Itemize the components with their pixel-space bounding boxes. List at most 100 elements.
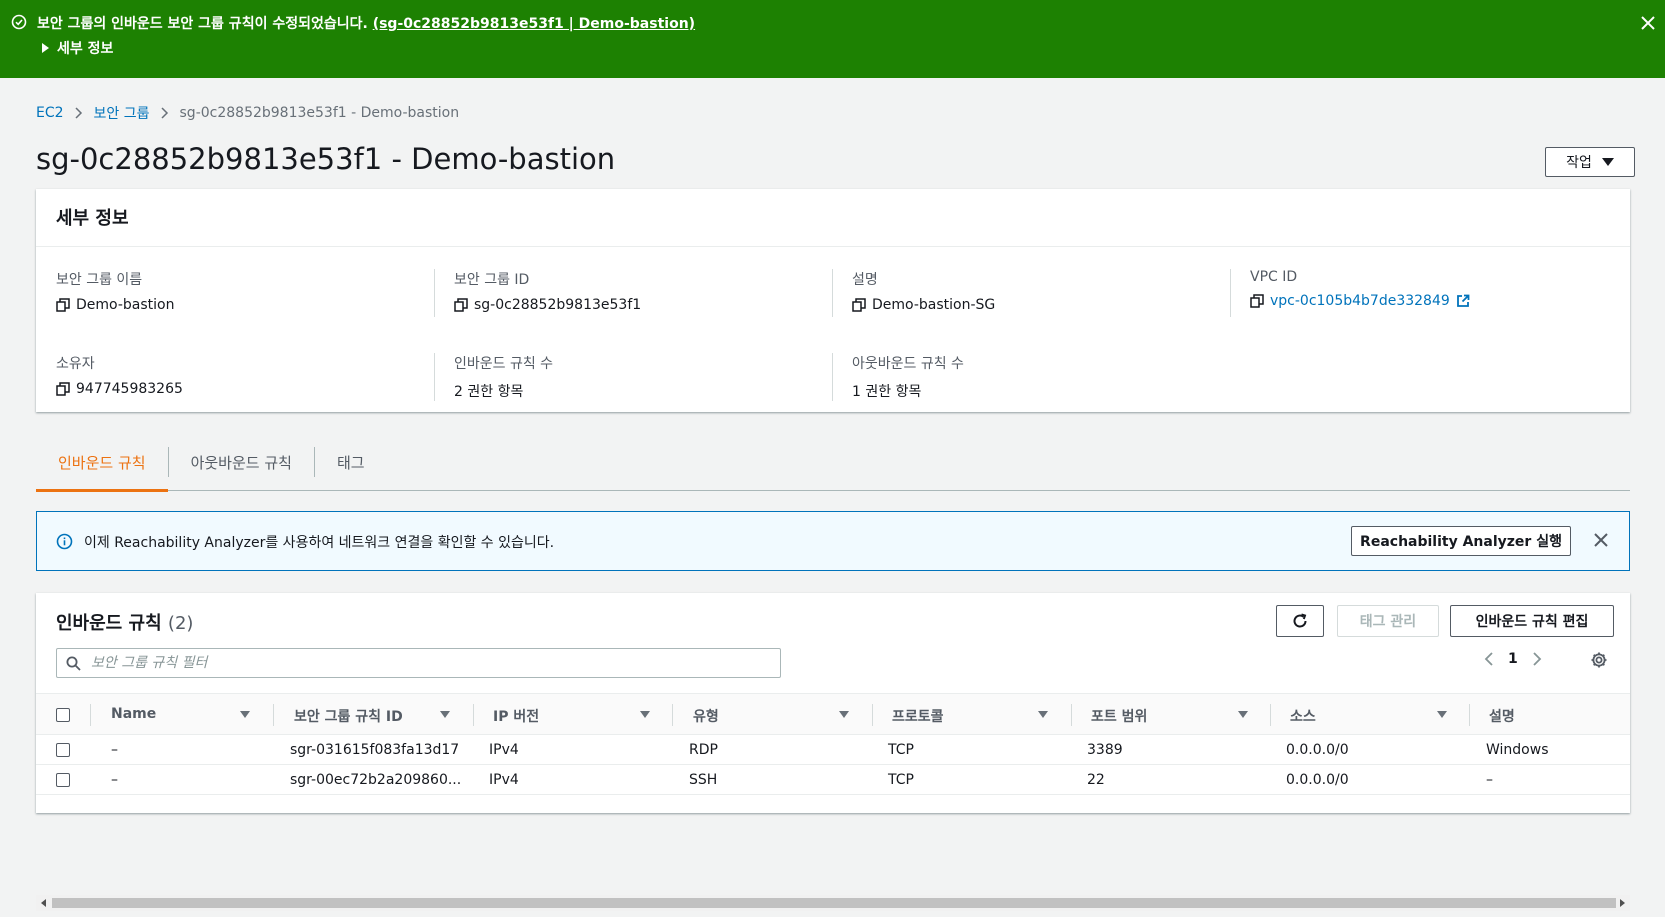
tab-outbound-rules[interactable]: 아웃바운드 규칙	[169, 440, 314, 491]
scrollbar-thumb[interactable]	[52, 898, 1616, 908]
row-checkbox[interactable]	[56, 773, 70, 787]
row-checkbox[interactable]	[56, 743, 70, 757]
column-header-type[interactable]: 유형	[693, 694, 863, 736]
cell-protocol: TCP	[888, 742, 914, 758]
inbound-rules-panel: 인바운드 규칙 (2) 태그 관리 인바운드 규칙 편집 1 Name	[36, 593, 1630, 911]
column-header-label: 유형	[693, 709, 719, 725]
actions-label: 작업	[1566, 155, 1592, 171]
sort-caret-icon	[640, 711, 650, 718]
detail-description: 설명 Demo-bastion-SG	[832, 269, 1230, 321]
sort-caret-icon	[1437, 711, 1447, 718]
breadcrumb-security-groups[interactable]: 보안 그룹	[94, 103, 150, 123]
copy-icon[interactable]	[56, 298, 70, 312]
detail-value: Demo-bastion-SG	[872, 297, 996, 313]
breadcrumb: EC2 보안 그룹 sg-0c28852b9813e53f1 - Demo-ba…	[36, 103, 459, 123]
details-panel: 세부 정보 보안 그룹 이름 Demo-bastion 보안 그룹 ID sg-…	[36, 189, 1630, 412]
breadcrumb-ec2[interactable]: EC2	[36, 105, 64, 121]
detail-value: 947745983265	[76, 381, 183, 397]
column-header-description[interactable]: 설명	[1489, 694, 1609, 736]
pagination: 1	[1484, 651, 1542, 667]
manage-tags-button[interactable]: 태그 관리	[1337, 605, 1439, 637]
rules-title-text: 인바운드 규칙	[56, 613, 162, 634]
flash-security-group-link[interactable]: (sg-0c28852b9813e53f1 | Demo-bastion)	[373, 16, 695, 32]
detail-vpc-id: VPC ID vpc-0c105b4b7de332849	[1230, 269, 1628, 321]
detail-owner: 소유자 947745983265	[36, 353, 434, 405]
detail-outbound-count: 아웃바운드 규칙 수 1 권한 항목	[832, 353, 1230, 405]
detail-label: 설명	[852, 272, 878, 288]
column-header-label: 포트 범위	[1091, 709, 1148, 725]
cell-description: –	[1486, 772, 1493, 788]
column-header-rule-id[interactable]: 보안 그룹 규칙 ID	[294, 694, 464, 736]
cell-type: RDP	[689, 742, 718, 758]
chevron-left-icon[interactable]	[1484, 652, 1494, 666]
run-reachability-analyzer-button[interactable]: Reachability Analyzer 실행	[1351, 526, 1571, 556]
column-header-name[interactable]: Name	[111, 694, 261, 736]
refresh-button[interactable]	[1276, 605, 1324, 637]
tab-inbound-rules[interactable]: 인바운드 규칙	[36, 440, 168, 492]
horizontal-scrollbar[interactable]	[36, 895, 1630, 911]
copy-icon[interactable]	[852, 298, 866, 312]
info-icon	[56, 533, 73, 550]
gear-icon[interactable]	[1590, 651, 1608, 669]
select-all-checkbox[interactable]	[56, 708, 70, 722]
close-icon[interactable]	[1593, 532, 1609, 548]
caret-down-icon	[1601, 158, 1614, 166]
detail-value: Demo-bastion	[76, 297, 175, 313]
caret-right-icon	[42, 43, 49, 53]
close-icon[interactable]	[1639, 14, 1657, 32]
sort-caret-icon	[839, 711, 849, 718]
actions-dropdown-button[interactable]: 작업	[1545, 147, 1635, 177]
flash-message: 보안 그룹의 인바운드 보안 그룹 규칙이 수정되었습니다. (sg-0c288…	[37, 13, 695, 33]
breadcrumb-current: sg-0c28852b9813e53f1 - Demo-bastion	[179, 105, 460, 121]
column-header-ip-version[interactable]: IP 버전	[493, 694, 663, 736]
table-header: Name 보안 그룹 규칙 ID IP 버전 유형 프로토콜 포트 범위 소스 …	[36, 693, 1630, 735]
cell-port-range: 22	[1087, 772, 1105, 788]
flash-message-text: 보안 그룹의 인바운드 보안 그룹 규칙이 수정되었습니다.	[37, 16, 368, 32]
chevron-right-icon	[150, 107, 180, 119]
vpc-link[interactable]: vpc-0c105b4b7de332849	[1270, 293, 1450, 309]
tab-bar: 인바운드 규칙 아웃바운드 규칙 태그	[36, 440, 1630, 492]
cell-name: –	[111, 742, 118, 758]
tab-tags[interactable]: 태그	[315, 440, 387, 491]
table-row[interactable]: – sgr-00ec72b2a209860... IPv4 SSH TCP 22…	[36, 765, 1630, 795]
column-header-label: 보안 그룹 규칙 ID	[294, 709, 403, 725]
rules-filter	[56, 648, 781, 678]
cell-source: 0.0.0.0/0	[1286, 772, 1349, 788]
reachability-info-alert: 이제 Reachability Analyzer를 사용하여 네트워크 연결을 …	[36, 511, 1630, 571]
current-page[interactable]: 1	[1508, 651, 1518, 667]
column-header-source[interactable]: 소스	[1290, 694, 1460, 736]
refresh-icon	[1293, 613, 1307, 628]
cell-ip-version: IPv4	[489, 742, 519, 758]
info-alert-text: 이제 Reachability Analyzer를 사용하여 네트워크 연결을 …	[84, 535, 555, 551]
column-header-port-range[interactable]: 포트 범위	[1091, 694, 1261, 736]
chevron-right-icon[interactable]	[1532, 652, 1542, 666]
details-header: 세부 정보	[36, 189, 1630, 247]
table-row[interactable]: – sgr-031615f083fa13d17 IPv4 RDP TCP 338…	[36, 735, 1630, 765]
copy-icon[interactable]	[454, 298, 468, 312]
detail-label: 보안 그룹 이름	[56, 272, 143, 288]
scroll-left-icon[interactable]	[41, 899, 46, 907]
flash-success-banner: 보안 그룹의 인바운드 보안 그룹 규칙이 수정되었습니다. (sg-0c288…	[0, 0, 1665, 78]
cell-rule-id: sgr-00ec72b2a209860...	[290, 772, 462, 788]
detail-label: 인바운드 규칙 수	[454, 356, 554, 372]
cell-rule-id: sgr-031615f083fa13d17	[290, 742, 460, 758]
cell-protocol: TCP	[888, 772, 914, 788]
search-icon	[66, 656, 81, 671]
detail-value: 2 권한 항목	[454, 384, 524, 400]
rules-filter-input[interactable]	[91, 653, 771, 673]
detail-label: 아웃바운드 규칙 수	[852, 356, 964, 372]
column-header-protocol[interactable]: 프로토콜	[892, 694, 1062, 736]
rules-count: (2)	[167, 613, 194, 634]
copy-icon[interactable]	[56, 382, 70, 396]
copy-icon[interactable]	[1250, 294, 1264, 308]
column-header-label: 프로토콜	[892, 709, 944, 725]
page-title: sg-0c28852b9813e53f1 - Demo-bastion	[36, 142, 616, 176]
rules-title: 인바운드 규칙 (2)	[56, 609, 193, 635]
external-link-icon[interactable]	[1456, 294, 1470, 308]
flash-details-toggle[interactable]: 세부 정보	[42, 38, 113, 58]
edit-inbound-rules-button[interactable]: 인바운드 규칙 편집	[1450, 605, 1614, 637]
detail-value: 1 권한 항목	[852, 384, 922, 400]
sort-caret-icon	[1238, 711, 1248, 718]
scroll-right-icon[interactable]	[1620, 899, 1625, 907]
detail-sg-id: 보안 그룹 ID sg-0c28852b9813e53f1	[434, 269, 832, 321]
